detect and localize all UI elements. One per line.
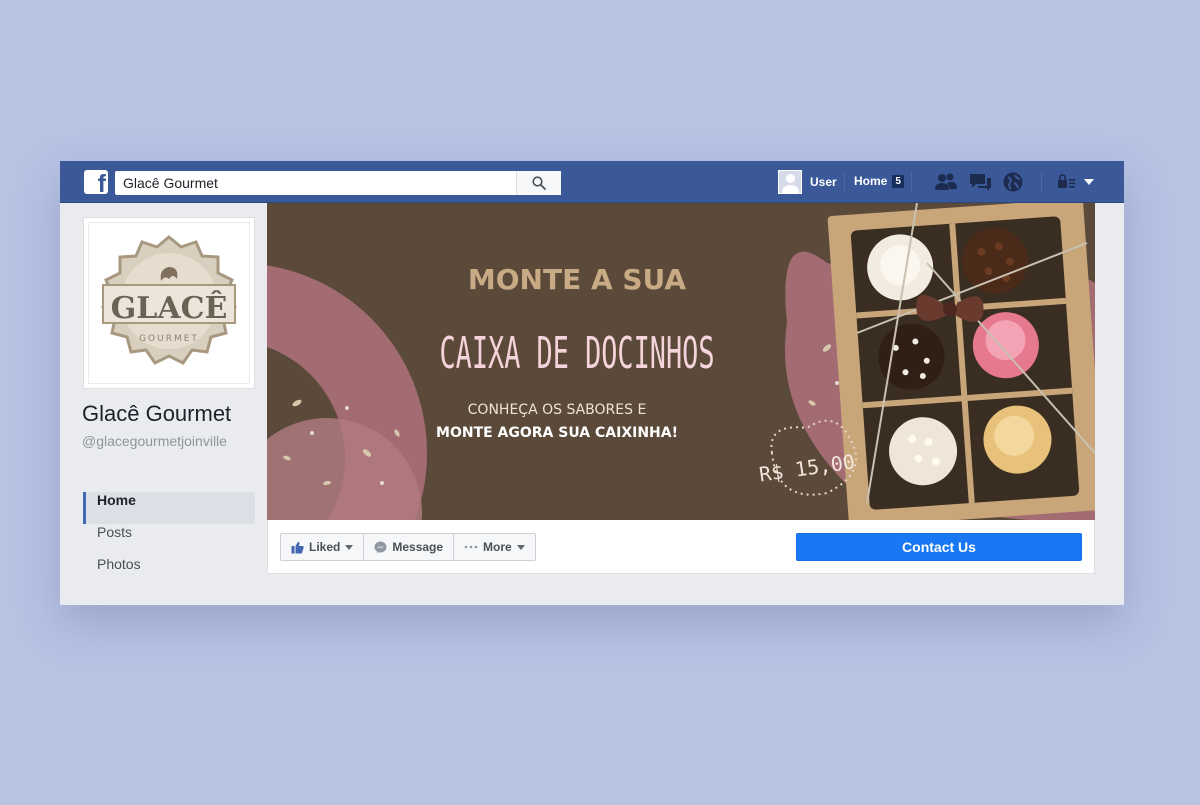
glace-logo: GLACÊ GOURMET	[101, 235, 237, 365]
divider	[1041, 172, 1042, 192]
sidebar-item-photos[interactable]: Photos	[83, 556, 255, 588]
page-title: Glacê Gourmet	[82, 401, 232, 426]
search-box	[115, 171, 561, 195]
liked-label: Liked	[309, 540, 341, 554]
home-link[interactable]: Home 5	[854, 174, 904, 188]
facebook-logo-icon[interactable]: f	[84, 170, 108, 194]
page-username[interactable]: @glacegourmetjoinville	[82, 433, 227, 449]
more-label: More	[483, 540, 512, 554]
divider	[911, 172, 912, 192]
logo-word: GLACÊ	[111, 290, 228, 326]
cover-tagline-1: CONHEÇA OS SABORES E	[468, 402, 647, 418]
chevron-down-icon	[516, 544, 525, 550]
profile-link[interactable]: User	[778, 170, 837, 194]
sidebar-item-posts[interactable]: Posts	[83, 524, 255, 556]
friend-requests-icon[interactable]	[934, 171, 958, 193]
sweets-box-illustration	[827, 203, 1095, 520]
top-navigation-bar: f User Home 5	[60, 161, 1124, 203]
privacy-lock-icon[interactable]	[1056, 171, 1076, 193]
page-sidebar-nav: Home Posts Photos	[83, 492, 255, 588]
facebook-page-window: f User Home 5	[60, 161, 1124, 605]
home-count-badge: 5	[892, 174, 904, 188]
cover-headline-1: MONTE A SUA	[468, 263, 687, 296]
more-button[interactable]: More	[453, 533, 536, 561]
ellipsis-icon	[464, 545, 478, 549]
cover-photo[interactable]: MONTE A SUA CAIXA DE DOCINHOS CONHEÇA OS…	[267, 203, 1095, 520]
liked-button[interactable]: Liked	[280, 533, 365, 561]
cover-headline-2: CAIXA DE DOCINHOS	[440, 328, 715, 379]
message-label: Message	[392, 540, 444, 554]
divider	[844, 172, 845, 192]
profile-picture[interactable]: GLACÊ GOURMET	[83, 217, 255, 389]
sidebar-item-home[interactable]: Home	[83, 492, 255, 524]
user-name: User	[810, 175, 837, 189]
logo-sub: GOURMET	[139, 334, 199, 344]
search-input[interactable]	[115, 171, 516, 195]
action-button-group: Liked Message More	[280, 533, 536, 561]
avatar	[778, 170, 802, 194]
message-button[interactable]: Message	[363, 533, 455, 561]
home-label: Home	[854, 174, 888, 188]
cover-artwork: MONTE A SUA CAIXA DE DOCINHOS CONHEÇA OS…	[267, 203, 1095, 520]
messages-icon[interactable]	[968, 171, 992, 193]
contact-us-button[interactable]: Contact Us	[796, 533, 1082, 561]
cover-tagline-2: MONTE AGORA SUA CAIXINHA!	[436, 425, 678, 441]
account-menu-chevron-down-icon[interactable]	[1084, 179, 1094, 185]
page-action-bar: Liked Message More Contact Us	[267, 520, 1095, 574]
chevron-down-icon	[345, 544, 354, 550]
search-button[interactable]	[516, 171, 561, 195]
messenger-icon	[374, 541, 387, 553]
thumbs-up-icon	[291, 541, 304, 553]
search-icon	[532, 176, 546, 190]
notifications-globe-icon[interactable]	[1001, 171, 1025, 193]
